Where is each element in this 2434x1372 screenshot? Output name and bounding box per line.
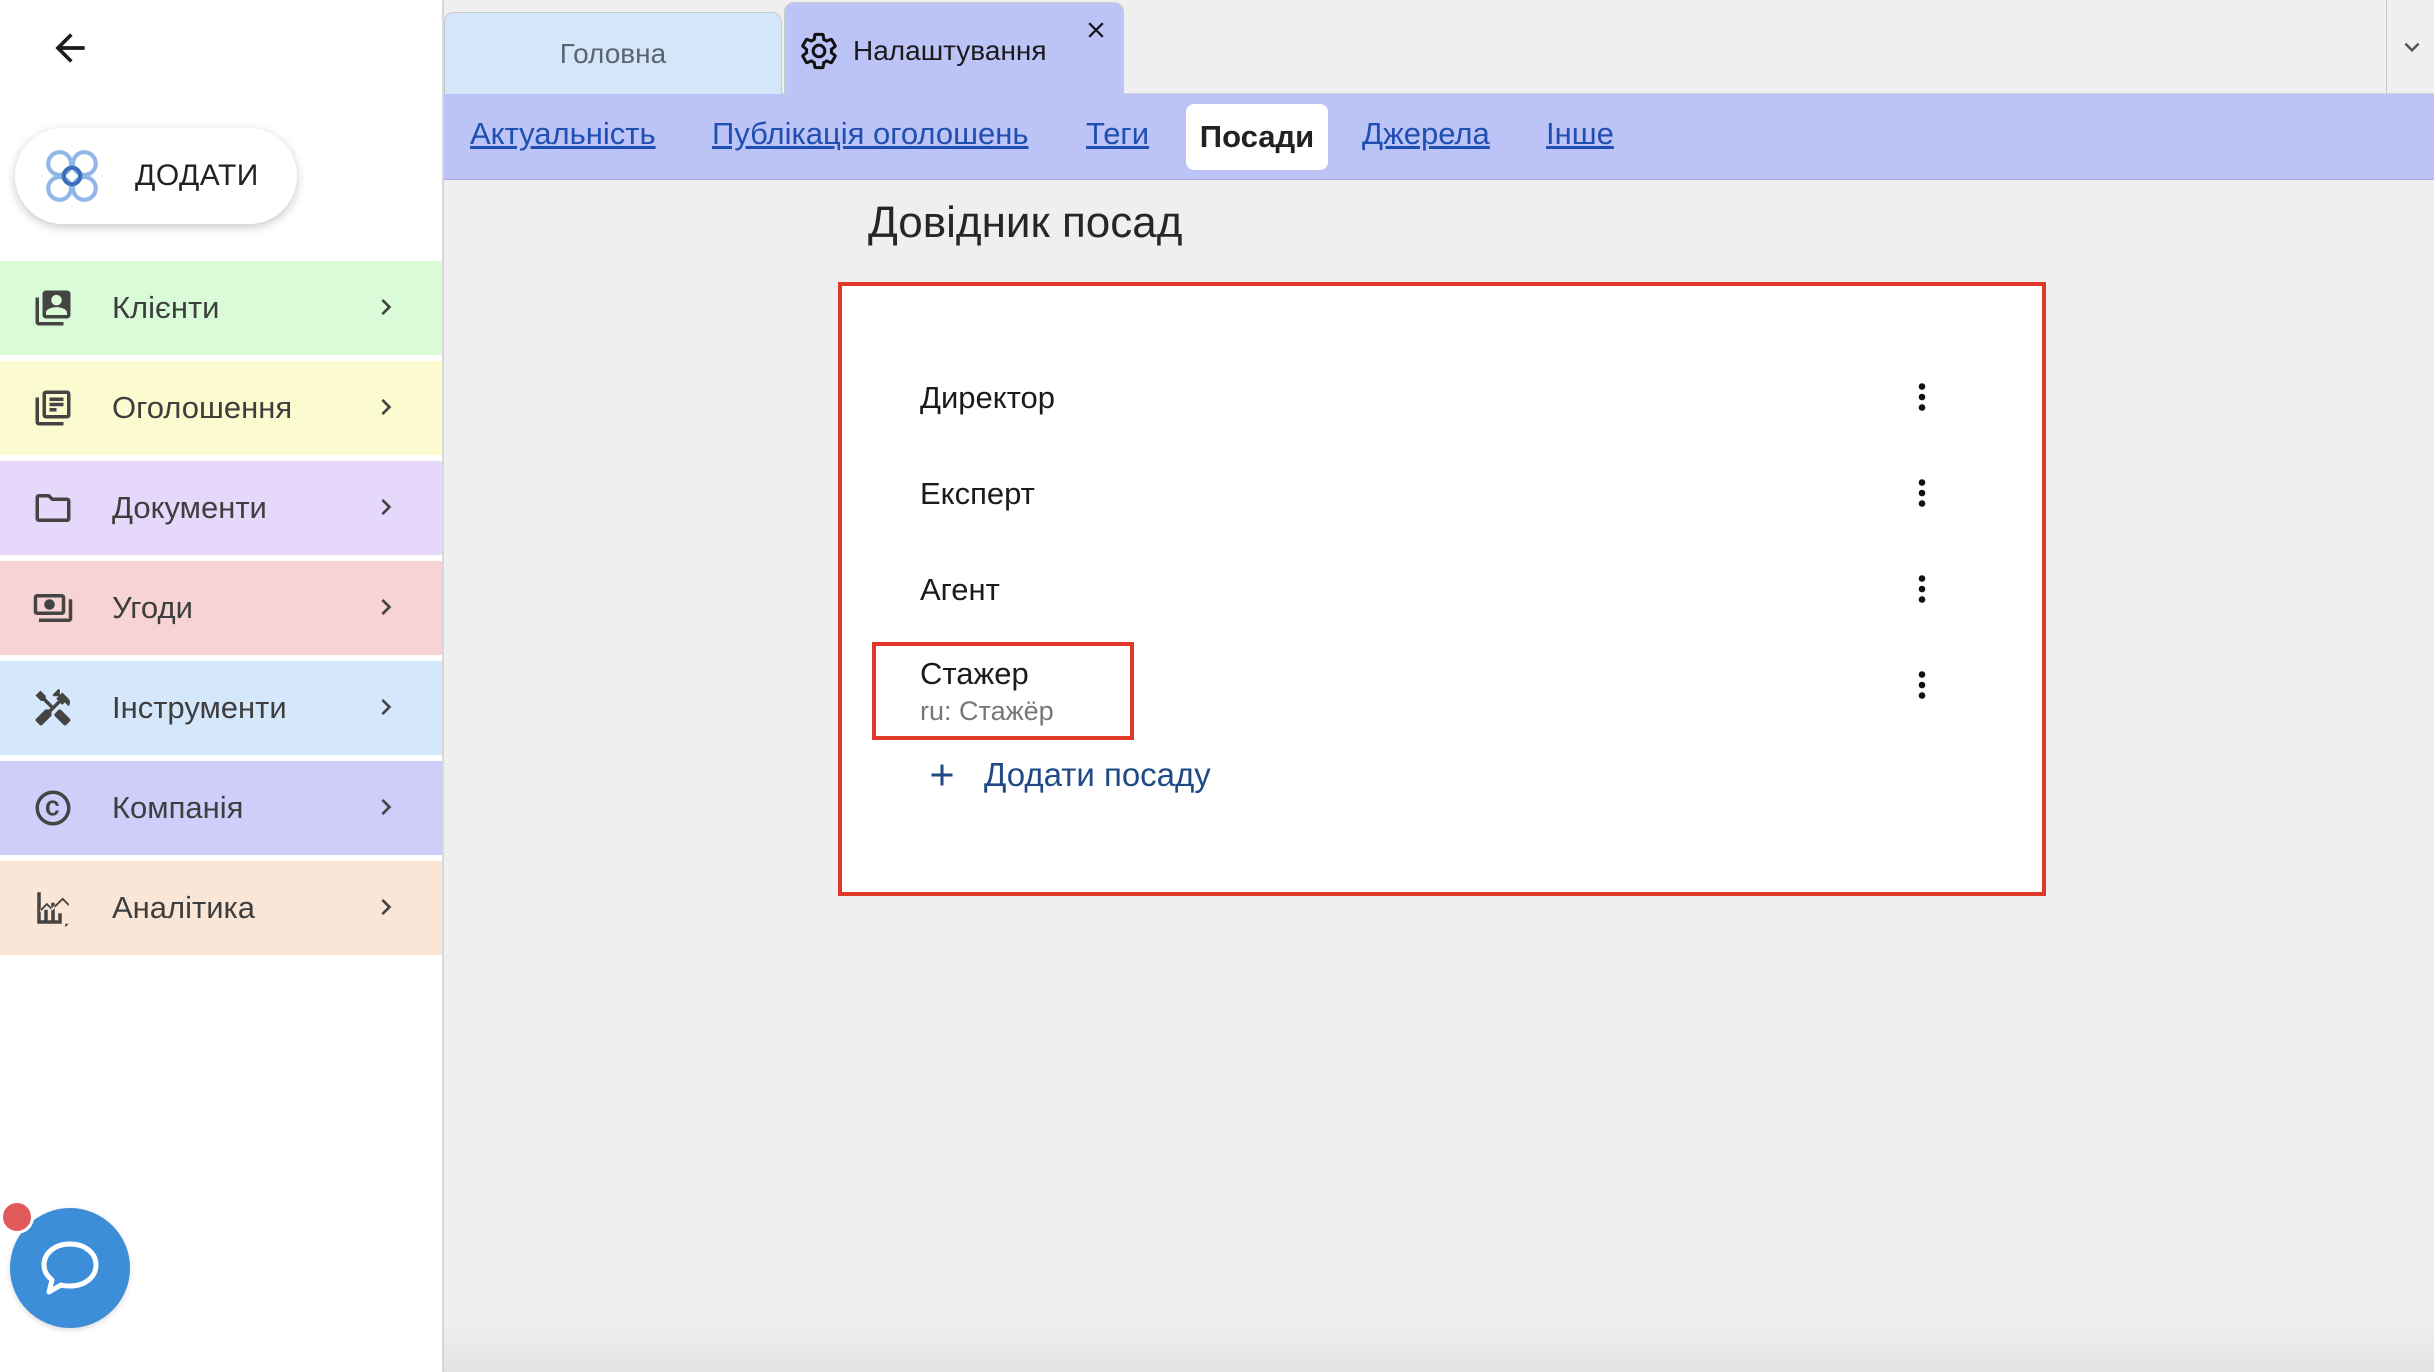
bottom-shade <box>444 1320 2434 1372</box>
list-item[interactable]: Агент <box>842 542 2042 638</box>
sidebar-item-label: Документи <box>112 490 267 525</box>
subnav-positions[interactable]: Посади <box>1186 104 1328 170</box>
folder-icon <box>35 494 71 522</box>
highlight-box <box>872 642 1134 740</box>
arrow-left-icon <box>55 33 85 63</box>
chevron-right-icon <box>381 299 392 315</box>
positions-card: Директор Експерт Агент Стажер ru: Стажёр <box>838 282 2046 896</box>
sidebar-item-label: Угоди <box>112 590 193 625</box>
sidebar-item-label: Компанія <box>112 790 244 825</box>
chevron-right-icon <box>381 399 392 415</box>
sidebar-item-company[interactable]: Компанія <box>0 761 442 855</box>
sidebar-menu: Клієнти Оголошення Документи Угоди Інстр… <box>0 261 442 961</box>
sidebar-item-analytics[interactable]: Аналітика <box>0 861 442 955</box>
sidebar-item-label: Оголошення <box>112 390 293 425</box>
sidebar: ДОДАТИ Клієнти Оголошення Документи Угод… <box>0 0 442 1372</box>
add-button-label: ДОДАТИ <box>135 159 259 192</box>
listings-icon <box>35 390 71 426</box>
copyright-icon <box>35 790 71 826</box>
chevron-right-icon <box>381 899 392 915</box>
close-icon[interactable] <box>1083 17 1109 43</box>
subnav-publication[interactable]: Публікація оголошень <box>712 116 1028 152</box>
chevron-right-icon <box>381 599 392 615</box>
money-icon <box>33 594 73 622</box>
more-vert-icon[interactable] <box>1902 468 1942 518</box>
gear-icon <box>801 32 837 70</box>
subnav-relevance[interactable]: Актуальність <box>470 116 656 152</box>
app-logo-icon <box>46 150 98 202</box>
page-title: Довідник посад <box>868 198 1183 247</box>
tab-settings[interactable]: Налаштування <box>784 2 1124 94</box>
add-position-button[interactable]: Додати посаду <box>924 756 1211 794</box>
add-position-label: Додати посаду <box>984 756 1211 793</box>
sidebar-item-documents[interactable]: Документи <box>0 461 442 555</box>
subnav-tags[interactable]: Теги <box>1086 116 1149 152</box>
sidebar-item-label: Клієнти <box>112 290 220 325</box>
tools-icon <box>35 688 71 726</box>
tab-bar: Головна Налаштування <box>444 0 2434 94</box>
list-item[interactable]: Експерт <box>842 446 2042 542</box>
sidebar-item-clients[interactable]: Клієнти <box>0 261 442 355</box>
chat-bubble-icon <box>41 1241 99 1295</box>
back-button[interactable] <box>44 22 96 74</box>
chevron-right-icon <box>381 699 392 715</box>
notification-dot <box>0 1200 34 1234</box>
settings-subnav: Актуальність Публікація оголошень Теги П… <box>444 94 2434 180</box>
main-area: Головна Налаштування Актуальність Публік… <box>442 0 2434 1372</box>
tab-home[interactable]: Головна <box>444 12 782 94</box>
sidebar-item-tools[interactable]: Інструменти <box>0 661 442 755</box>
tab-settings-label: Налаштування <box>853 35 1047 66</box>
more-vert-icon[interactable] <box>1902 564 1942 614</box>
more-vert-icon[interactable] <box>1902 660 1942 710</box>
sidebar-item-deals[interactable]: Угоди <box>0 561 442 655</box>
position-name: Агент <box>920 572 1000 607</box>
subnav-sources[interactable]: Джерела <box>1362 116 1490 152</box>
chevron-right-icon <box>381 499 392 515</box>
sidebar-item-label: Аналітика <box>112 890 256 925</box>
chevron-right-icon <box>381 799 392 815</box>
contacts-icon <box>35 290 71 326</box>
position-name: Експерт <box>920 476 1035 511</box>
add-button[interactable]: ДОДАТИ <box>15 128 297 224</box>
more-vert-icon[interactable] <box>1902 372 1942 422</box>
sidebar-item-listings[interactable]: Оголошення <box>0 361 442 455</box>
position-name: Директор <box>920 380 1056 415</box>
list-item[interactable]: Директор <box>842 350 2042 446</box>
analytics-icon <box>37 892 69 928</box>
subnav-other[interactable]: Інше <box>1546 116 1614 152</box>
tabs-dropdown-button[interactable] <box>2386 0 2434 94</box>
sidebar-item-label: Інструменти <box>112 690 287 725</box>
tab-home-label: Головна <box>559 37 667 69</box>
chevron-down-icon <box>2404 42 2419 52</box>
plus-icon <box>931 764 953 786</box>
